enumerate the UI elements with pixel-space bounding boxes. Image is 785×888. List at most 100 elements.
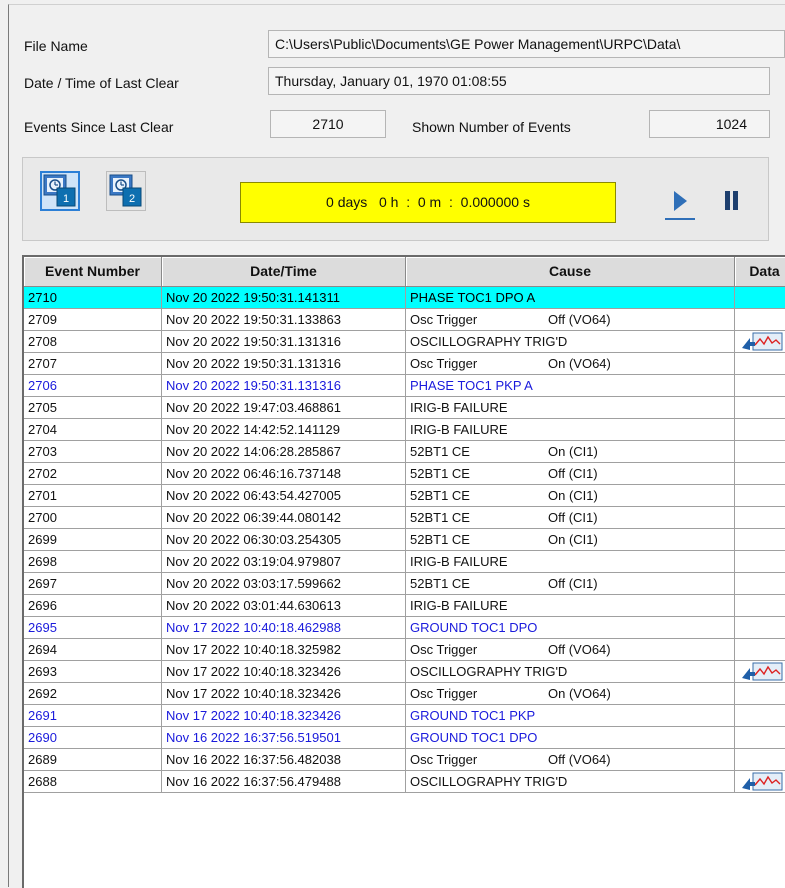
cause-state: Off (CI1)	[548, 510, 598, 525]
data-cell	[735, 705, 785, 727]
column-header-cause[interactable]: Cause	[406, 257, 735, 287]
table-row[interactable]: 2697 Nov 20 2022 03:03:17.599662 52BT1 CE O…	[24, 573, 785, 595]
date-time-cell: Nov 20 2022 06:43:54.427005	[162, 485, 406, 507]
column-header-date-time[interactable]: Date/Time	[162, 257, 406, 287]
file-name-field[interactable]: C:\Users\Public\Documents\GE Power Manag…	[268, 30, 785, 58]
cause-cell: OSCILLOGRAPHY TRIG'D	[406, 771, 735, 793]
cause-text: IRIG-B FAILURE	[410, 422, 508, 437]
cause-cell: GROUND TOC1 DPO	[406, 617, 735, 639]
cause-cell: GROUND TOC1 DPO	[406, 727, 735, 749]
events-since-clear-field[interactable]: 2710	[270, 110, 386, 138]
data-cell	[735, 749, 785, 771]
cause-text: GROUND TOC1 PKP	[410, 708, 536, 723]
event-number-cell: 2689	[24, 749, 162, 771]
play-button[interactable]	[661, 179, 699, 223]
table-row[interactable]: 2701 Nov 20 2022 06:43:54.427005 52BT1 CE O…	[24, 485, 785, 507]
cause-state: Off (CI1)	[548, 466, 598, 481]
date-time-cell: Nov 20 2022 03:01:44.630613	[162, 595, 406, 617]
table-row[interactable]: 2708 Nov 20 2022 19:50:31.131316 OSCILLOGR…	[24, 331, 785, 353]
cause-text: OSCILLOGRAPHY TRIG'D	[410, 334, 568, 349]
table-row[interactable]: 2710 Nov 20 2022 19:50:31.141311 PHASE TOC…	[24, 287, 785, 309]
event-number-cell: 2699	[24, 529, 162, 551]
cause-state: Off (VO64)	[548, 752, 611, 767]
oscillography-record-icon[interactable]	[741, 662, 783, 681]
shown-events-field[interactable]: 1024	[649, 110, 770, 138]
table-row[interactable]: 2690 Nov 16 2022 16:37:56.519501 GROUND TO…	[24, 727, 785, 749]
date-time-cell: Nov 20 2022 19:50:31.131316	[162, 375, 406, 397]
cause-text: Osc Trigger	[410, 642, 478, 657]
data-cell[interactable]	[735, 331, 785, 353]
cause-text: 52BT1 CE	[410, 510, 470, 525]
table-row[interactable]: 2700 Nov 20 2022 06:39:44.080142 52BT1 CE O…	[24, 507, 785, 529]
cause-text: 52BT1 CE	[410, 488, 470, 503]
play-icon	[665, 191, 695, 220]
clock-marker-2-button[interactable]: 2	[106, 171, 146, 211]
event-number-cell: 2701	[24, 485, 162, 507]
cause-text: Osc Trigger	[410, 752, 478, 767]
oscillography-record-icon[interactable]	[741, 332, 783, 351]
cause-cell: 52BT1 CE Off (CI1)	[406, 463, 735, 485]
date-time-cell: Nov 20 2022 03:03:17.599662	[162, 573, 406, 595]
table-row[interactable]: 2699 Nov 20 2022 06:30:03.254305 52BT1 CE O…	[24, 529, 785, 551]
table-row[interactable]: 2702 Nov 20 2022 06:46:16.737148 52BT1 CE O…	[24, 463, 785, 485]
clock-marker-2-icon: 2	[109, 174, 142, 207]
table-row[interactable]: 2698 Nov 20 2022 03:19:04.979807 IRIG-B FA…	[24, 551, 785, 573]
event-number-cell: 2704	[24, 419, 162, 441]
events-since-clear-label: Events Since Last Clear	[24, 119, 174, 135]
cause-cell: 52BT1 CE Off (CI1)	[406, 573, 735, 595]
date-time-cell: Nov 20 2022 19:50:31.131316	[162, 353, 406, 375]
event-number-cell: 2698	[24, 551, 162, 573]
pause-button[interactable]	[712, 179, 752, 223]
cause-cell: GROUND TOC1 PKP	[406, 705, 735, 727]
table-row[interactable]: 2693 Nov 17 2022 10:40:18.323426 OSCILLOGR…	[24, 661, 785, 683]
data-cell[interactable]	[735, 771, 785, 793]
event-number-cell: 2708	[24, 331, 162, 353]
cause-text: Osc Trigger	[410, 312, 478, 327]
cause-text: 52BT1 CE	[410, 444, 470, 459]
data-cell	[735, 353, 785, 375]
table-row[interactable]: 2696 Nov 20 2022 03:01:44.630613 IRIG-B FA…	[24, 595, 785, 617]
file-name-label: File Name	[24, 38, 88, 54]
cause-cell: Osc Trigger Off (VO64)	[406, 639, 735, 661]
data-cell[interactable]	[735, 661, 785, 683]
cause-cell: Osc Trigger Off (VO64)	[406, 309, 735, 331]
cause-state: On (CI1)	[548, 532, 598, 547]
cause-state: On (VO64)	[548, 356, 611, 371]
table-row[interactable]: 2694 Nov 17 2022 10:40:18.325982 Osc Trigg…	[24, 639, 785, 661]
event-number-cell: 2707	[24, 353, 162, 375]
table-row[interactable]: 2706 Nov 20 2022 19:50:31.131316 PHASE TOC…	[24, 375, 785, 397]
cause-cell: 52BT1 CE Off (CI1)	[406, 507, 735, 529]
table-row[interactable]: 2692 Nov 17 2022 10:40:18.323426 Osc Trigg…	[24, 683, 785, 705]
last-clear-field[interactable]: Thursday, January 01, 1970 01:08:55	[268, 67, 770, 95]
event-number-cell: 2694	[24, 639, 162, 661]
column-header-event-number[interactable]: Event Number	[24, 257, 162, 287]
table-row[interactable]: 2689 Nov 16 2022 16:37:56.482038 Osc Trigg…	[24, 749, 785, 771]
data-cell	[735, 397, 785, 419]
table-row[interactable]: 2709 Nov 20 2022 19:50:31.133863 Osc Trigg…	[24, 309, 785, 331]
table-row[interactable]: 2704 Nov 20 2022 14:42:52.141129 IRIG-B FA…	[24, 419, 785, 441]
cause-text: Osc Trigger	[410, 686, 478, 701]
table-row[interactable]: 2703 Nov 20 2022 14:06:28.285867 52BT1 CE O…	[24, 441, 785, 463]
cause-cell: IRIG-B FAILURE	[406, 551, 735, 573]
cause-state: On (CI1)	[548, 444, 598, 459]
date-time-cell: Nov 17 2022 10:40:18.462988	[162, 617, 406, 639]
data-cell	[735, 683, 785, 705]
cause-state: Off (VO64)	[548, 642, 611, 657]
data-cell	[735, 441, 785, 463]
date-time-cell: Nov 17 2022 10:40:18.323426	[162, 661, 406, 683]
event-number-cell: 2700	[24, 507, 162, 529]
table-row[interactable]: 2707 Nov 20 2022 19:50:31.131316 Osc Trigg…	[24, 353, 785, 375]
table-row[interactable]: 2695 Nov 17 2022 10:40:18.462988 GROUND TO…	[24, 617, 785, 639]
table-row[interactable]: 2688 Nov 16 2022 16:37:56.479488 OSCILLOGR…	[24, 771, 785, 793]
table-row[interactable]: 2691 Nov 17 2022 10:40:18.323426 GROUND TO…	[24, 705, 785, 727]
data-cell	[735, 551, 785, 573]
column-header-data[interactable]: Data	[735, 257, 785, 287]
oscillography-record-icon[interactable]	[741, 772, 783, 791]
date-time-cell: Nov 20 2022 06:46:16.737148	[162, 463, 406, 485]
clock-marker-1-button[interactable]: 1	[40, 171, 80, 211]
event-number-cell: 2696	[24, 595, 162, 617]
table-row[interactable]: 2705 Nov 20 2022 19:47:03.468861 IRIG-B FA…	[24, 397, 785, 419]
cause-text: GROUND TOC1 DPO	[410, 620, 538, 635]
last-clear-label: Date / Time of Last Clear	[24, 75, 179, 91]
shown-events-label: Shown Number of Events	[412, 119, 571, 135]
